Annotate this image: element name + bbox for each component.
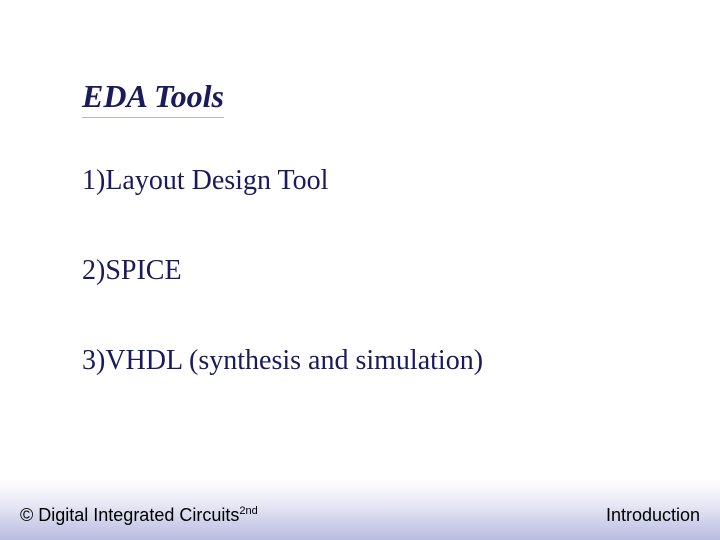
footer-edition: 2nd [239, 505, 257, 517]
footer-copyright: © Digital Integrated Circuits [20, 505, 239, 525]
footer-right: Introduction [606, 505, 700, 526]
footer-bar: © Digital Integrated Circuits2nd Introdu… [0, 480, 720, 540]
list-item: 3)VHDL (synthesis and simulation) [82, 345, 483, 377]
footer-left: © Digital Integrated Circuits2nd [20, 505, 258, 526]
slide: EDA Tools 1)Layout Design Tool 2)SPICE 3… [0, 0, 720, 540]
slide-title: EDA Tools [82, 78, 224, 118]
list-item: 2)SPICE [82, 255, 182, 287]
list-item: 1)Layout Design Tool [82, 165, 328, 197]
